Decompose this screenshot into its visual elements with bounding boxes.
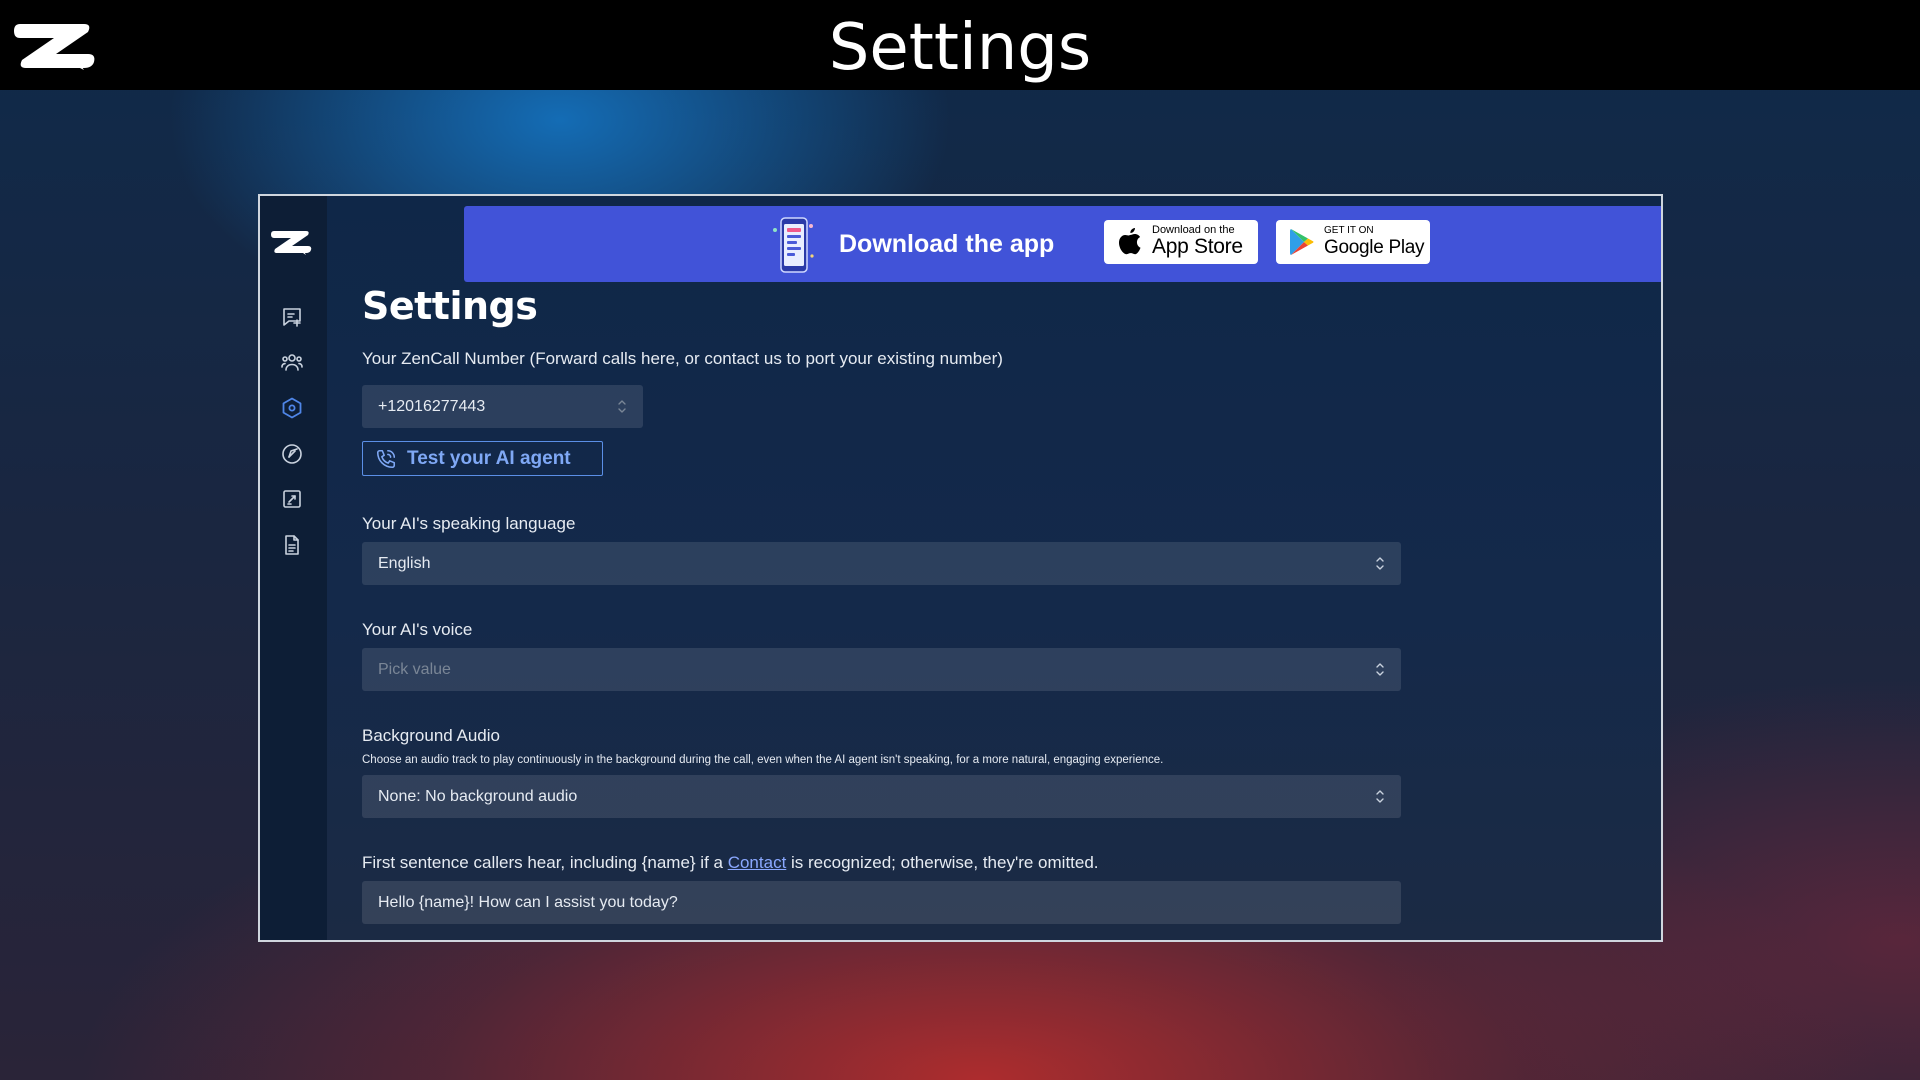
language-value: English xyxy=(378,555,431,572)
app-store-button[interactable]: Download on the App Store xyxy=(1104,220,1258,264)
contact-link[interactable]: Contact xyxy=(728,853,787,872)
first-sentence-value: Hello {name}! How can I assist you today… xyxy=(378,894,678,911)
document-icon[interactable] xyxy=(279,532,305,558)
new-chat-icon[interactable] xyxy=(279,304,305,330)
google-play-small-text: GET IT ON xyxy=(1324,225,1374,236)
bg-audio-description: Choose an audio track to play continuous… xyxy=(362,754,1164,766)
download-app-banner: Download the app Download on the App Sto… xyxy=(464,206,1661,282)
language-select[interactable]: English xyxy=(362,542,1401,585)
first-sentence-input[interactable]: Hello {name}! How can I assist you today… xyxy=(362,881,1401,924)
google-play-big-text: Google Play xyxy=(1324,237,1425,258)
top-bar: Settings xyxy=(0,0,1920,90)
first-sentence-label-end: is recognized; otherwise, they're omitte… xyxy=(786,853,1099,872)
google-play-button[interactable]: GET IT ON Google Play xyxy=(1276,220,1430,264)
integrations-icon[interactable] xyxy=(279,486,305,512)
voice-placeholder: Pick value xyxy=(378,661,451,678)
sidebar xyxy=(260,196,327,940)
header-title: Settings xyxy=(828,11,1092,85)
bg-audio-label: Background Audio xyxy=(362,726,500,745)
test-ai-agent-button[interactable]: Test your AI agent xyxy=(362,441,603,476)
app-store-big-text: App Store xyxy=(1152,235,1243,258)
bg-audio-value: None: No background audio xyxy=(378,788,578,805)
contacts-icon[interactable] xyxy=(279,349,305,375)
apple-icon xyxy=(1119,228,1141,255)
compass-icon[interactable] xyxy=(279,441,305,467)
page-title: Settings xyxy=(362,284,538,328)
chevron-updown-icon xyxy=(1376,557,1384,570)
zencall-logo[interactable] xyxy=(271,228,313,256)
language-label: Your AI's speaking language xyxy=(362,514,576,533)
number-label: Your ZenCall Number (Forward calls here,… xyxy=(362,349,1003,368)
settings-content: Download the app Download on the App Sto… xyxy=(362,196,1661,940)
banner-text: Download the app xyxy=(839,230,1055,258)
chevron-updown-icon xyxy=(1376,663,1384,676)
google-play-icon xyxy=(1290,229,1314,255)
voice-select[interactable]: Pick value xyxy=(362,648,1401,691)
phone-call-icon xyxy=(376,449,396,469)
chevron-updown-icon xyxy=(1376,790,1384,803)
settings-hex-icon[interactable] xyxy=(279,395,305,421)
bg-audio-select[interactable]: None: No background audio xyxy=(362,775,1401,818)
test-ai-agent-label: Test your AI agent xyxy=(407,448,571,469)
chevron-updown-icon xyxy=(618,400,626,413)
number-select[interactable]: +12016277443 xyxy=(362,385,643,428)
first-sentence-label: First sentence callers hear, including {… xyxy=(362,853,1099,873)
voice-label: Your AI's voice xyxy=(362,620,473,639)
first-sentence-label-start: First sentence callers hear, including {… xyxy=(362,853,728,872)
number-value: +12016277443 xyxy=(378,398,486,415)
phone-app-icon xyxy=(773,217,814,273)
app-window: Download the app Download on the App Sto… xyxy=(258,194,1663,942)
